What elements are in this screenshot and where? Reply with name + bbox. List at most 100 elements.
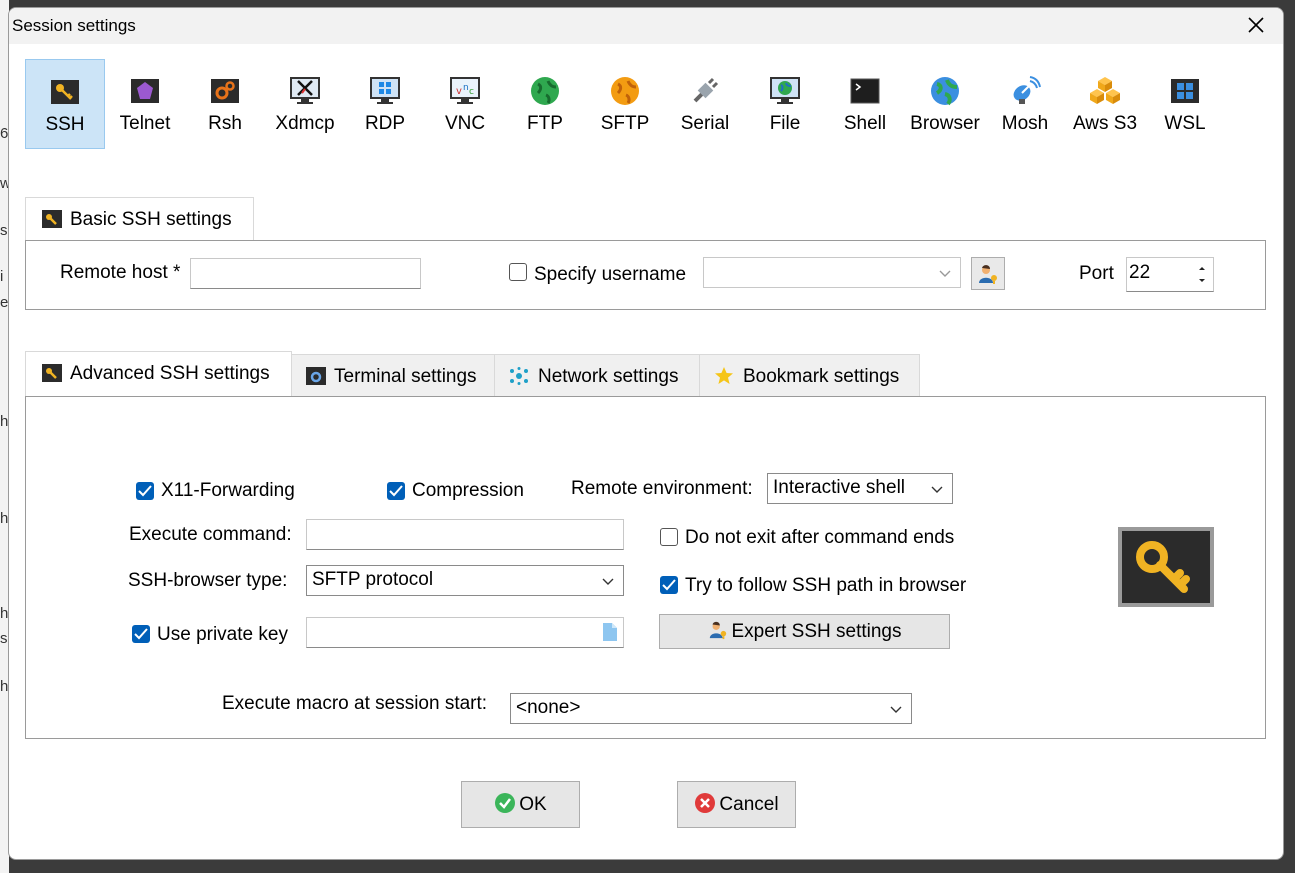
port-label: Port xyxy=(1079,263,1114,284)
protocol-xdmcp[interactable]: Xdmcp xyxy=(265,59,345,149)
svg-text:c: c xyxy=(469,87,474,97)
network-nodes-icon xyxy=(510,367,528,385)
tab-basic-ssh-settings[interactable]: Basic SSH settings xyxy=(25,197,254,241)
tab-label: Bookmark settings xyxy=(743,366,900,387)
private-key-input[interactable] xyxy=(306,617,624,648)
check-icon xyxy=(662,579,676,591)
ssh-browser-type-label: SSH-browser type: xyxy=(128,570,288,591)
protocol-shell[interactable]: Shell xyxy=(825,59,905,149)
advanced-settings-panel: X11-Forwarding Compression Remote enviro… xyxy=(25,396,1266,739)
tab-advanced-ssh-settings[interactable]: Advanced SSH settings xyxy=(25,351,292,397)
tab-bookmark-settings[interactable]: Bookmark settings xyxy=(699,354,920,398)
protocol-mosh[interactable]: Mosh xyxy=(985,59,1065,149)
protocol-ssh[interactable]: SSH xyxy=(25,59,105,149)
protocol-label: File xyxy=(769,113,801,134)
protocol-wsl[interactable]: WSL xyxy=(1145,59,1225,149)
ssh-key-banner xyxy=(1118,527,1214,607)
cancel-button[interactable]: Cancel xyxy=(677,781,796,828)
protocol-rdp[interactable]: RDP xyxy=(345,59,425,149)
tab-label: Terminal settings xyxy=(334,366,477,387)
user-credentials-button[interactable] xyxy=(971,257,1005,290)
execute-macro-label: Execute macro at session start: xyxy=(222,693,488,714)
cancel-circle-icon xyxy=(695,793,716,813)
remote-host-input[interactable] xyxy=(190,258,421,289)
tab-label: Network settings xyxy=(538,366,679,387)
protocol-telnet[interactable]: Telnet xyxy=(105,59,185,149)
chevron-down-icon xyxy=(890,706,902,713)
rdp-icon xyxy=(370,77,400,104)
protocol-aws-s3[interactable]: Aws S3 xyxy=(1065,59,1145,149)
dialog-title: Session settings xyxy=(12,16,136,35)
x11-forwarding-label: X11-Forwarding xyxy=(161,480,295,501)
protocol-browser[interactable]: Browser xyxy=(905,59,985,149)
tab-network-settings[interactable]: Network settings xyxy=(494,354,700,398)
ftp-globe-icon xyxy=(531,77,559,105)
protocol-label: Serial xyxy=(680,113,730,134)
ok-button[interactable]: OK xyxy=(461,781,580,828)
protocol-label: Mosh xyxy=(1001,113,1049,134)
background-text: s xyxy=(0,630,8,647)
rsh-icon xyxy=(211,79,239,103)
protocol-vnc[interactable]: vnc VNC xyxy=(425,59,505,149)
protocol-sftp[interactable]: SFTP xyxy=(585,59,665,149)
protocol-label: Shell xyxy=(843,113,887,134)
large-key-icon xyxy=(1122,531,1210,603)
expert-ssh-settings-button[interactable]: Expert SSH settings xyxy=(659,614,950,649)
xdmcp-icon xyxy=(290,77,320,104)
compression-label: Compression xyxy=(412,480,524,501)
follow-ssh-path-checkbox[interactable] xyxy=(660,576,678,594)
port-value: 22 xyxy=(1129,262,1151,283)
checkmark-circle-icon xyxy=(495,793,516,813)
execute-macro-select[interactable]: <none> xyxy=(510,693,912,724)
username-select[interactable] xyxy=(703,257,961,288)
shell-terminal-icon xyxy=(850,78,880,104)
compression-checkbox[interactable] xyxy=(387,482,405,500)
execute-command-input[interactable] xyxy=(306,519,624,550)
browser-globe-icon xyxy=(931,77,959,106)
file-icon[interactable] xyxy=(602,622,618,642)
protocol-label: WSL xyxy=(1164,113,1206,134)
close-button[interactable] xyxy=(1243,12,1269,38)
x11-forwarding-checkbox[interactable] xyxy=(136,482,154,500)
vnc-icon: vnc xyxy=(450,77,480,104)
protocol-label: Rsh xyxy=(208,113,242,134)
expert-button-label: Expert SSH settings xyxy=(731,621,902,642)
do-not-exit-checkbox[interactable] xyxy=(660,528,678,546)
svg-text:v: v xyxy=(456,86,462,97)
ssh-key-icon xyxy=(51,80,79,104)
background-text: s xyxy=(0,222,8,239)
remote-environment-label: Remote environment: xyxy=(571,478,753,499)
title-bar: Session settings xyxy=(9,8,1283,44)
chevron-down-icon xyxy=(931,486,943,493)
tab-terminal-settings[interactable]: Terminal settings xyxy=(291,354,495,398)
follow-ssh-path-label: Try to follow SSH path in browser xyxy=(685,575,967,596)
use-private-key-checkbox[interactable] xyxy=(132,625,150,643)
protocol-serial[interactable]: Serial xyxy=(665,59,745,149)
star-icon xyxy=(715,367,733,384)
protocol-label: VNC xyxy=(444,113,486,134)
protocol-file[interactable]: File xyxy=(745,59,825,149)
remote-host-label: Remote host * xyxy=(60,262,181,283)
protocol-label: Xdmcp xyxy=(275,113,335,134)
protocol-label: Telnet xyxy=(119,113,171,134)
do-not-exit-label: Do not exit after command ends xyxy=(685,527,955,548)
port-input[interactable]: 22 xyxy=(1126,257,1214,292)
spinner-arrows-icon[interactable] xyxy=(1197,262,1207,286)
serial-plug-icon xyxy=(693,77,719,103)
close-icon xyxy=(1248,17,1264,33)
ssh-browser-type-select[interactable]: SFTP protocol xyxy=(306,565,624,596)
file-monitor-icon xyxy=(770,77,800,104)
mosh-satellite-icon xyxy=(1013,76,1041,104)
protocol-label: Aws S3 xyxy=(1072,113,1138,134)
execute-macro-value: <none> xyxy=(516,697,581,718)
protocol-rsh[interactable]: Rsh xyxy=(185,59,265,149)
protocol-label: RDP xyxy=(364,113,406,134)
remote-environment-select[interactable]: Interactive shell xyxy=(767,473,953,504)
protocol-label: FTP xyxy=(527,113,563,134)
ssh-key-icon xyxy=(42,210,62,228)
specify-username-label: Specify username xyxy=(534,264,687,285)
sftp-globe-icon xyxy=(611,77,639,105)
specify-username-checkbox[interactable] xyxy=(509,263,527,281)
protocol-ftp[interactable]: FTP xyxy=(505,59,585,149)
cancel-label: Cancel xyxy=(719,794,779,815)
